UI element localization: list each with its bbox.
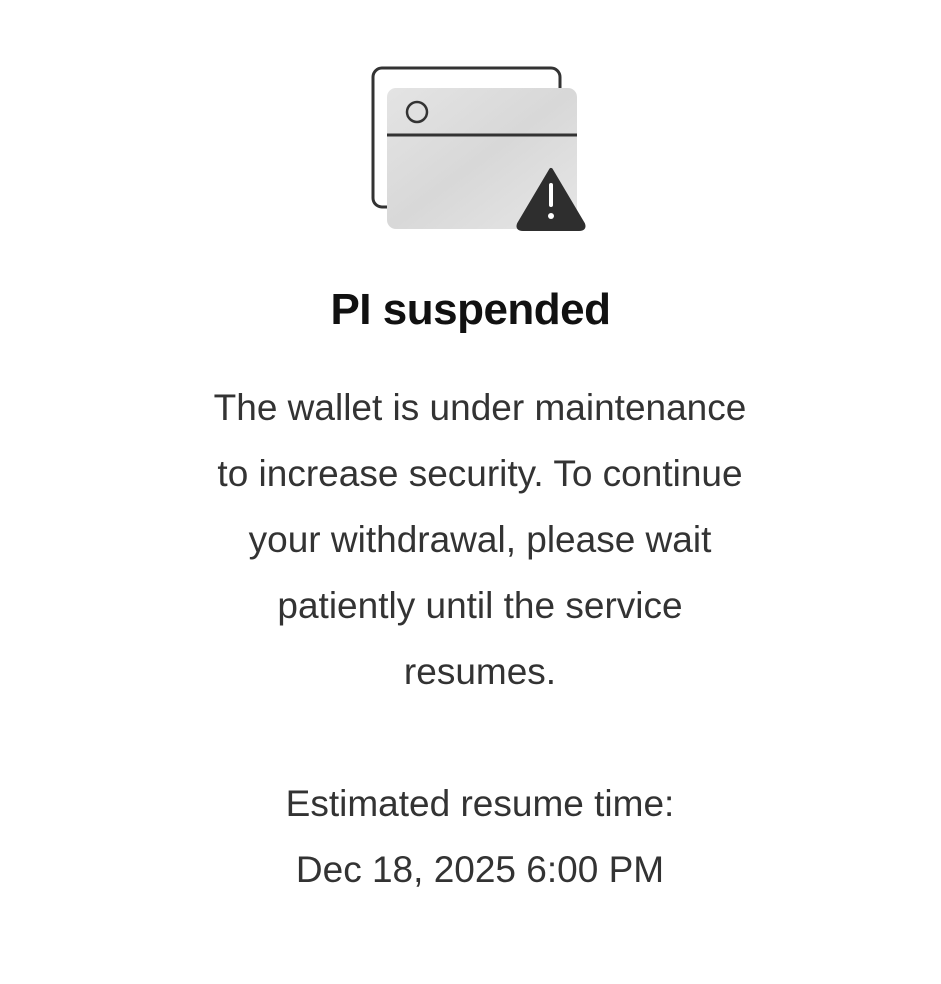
suspension-screen: PI suspended The wallet is under mainten… <box>0 0 941 984</box>
resume-time: Dec 18, 2025 6:00 PM <box>295 849 665 890</box>
message-line: The wallet is under maintenance <box>213 387 747 428</box>
resume-label: Estimated resume time: <box>285 783 675 824</box>
message-line: resumes. <box>403 651 557 692</box>
message-line: to increase security. To continue <box>217 453 743 494</box>
message-line: patiently until the service <box>277 585 683 626</box>
message-line: your withdrawal, please wait <box>248 519 712 560</box>
resume-info: Estimated resume time: Dec 18, 2025 6:00… <box>160 771 800 903</box>
maintenance-message: The wallet is under maintenance to incre… <box>160 375 800 705</box>
card-warning-icon <box>370 66 590 232</box>
dialog-title: PI suspended <box>330 285 611 334</box>
